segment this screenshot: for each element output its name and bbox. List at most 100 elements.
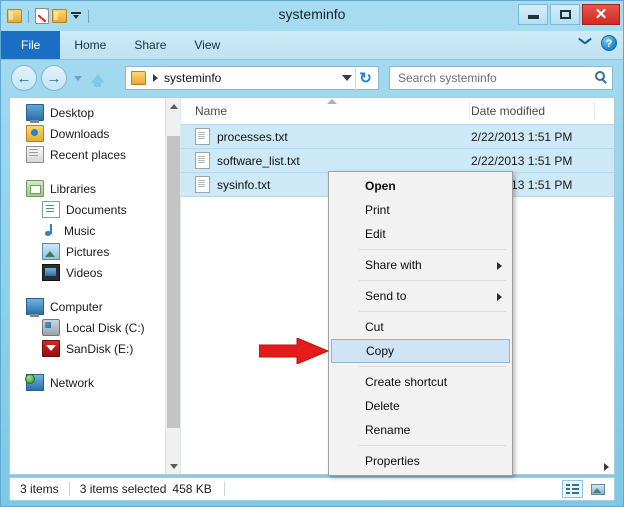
- scroll-down-icon[interactable]: [166, 458, 181, 474]
- details-view-button[interactable]: [562, 480, 583, 498]
- sidebar-item-pictures[interactable]: Pictures: [10, 241, 162, 262]
- sidebar-item-documents[interactable]: Documents: [10, 199, 162, 220]
- window-controls: ✕: [518, 4, 620, 25]
- sidebar-item-videos[interactable]: Videos: [10, 262, 162, 283]
- address-folder-icon: [131, 71, 146, 85]
- tab-view[interactable]: View: [180, 31, 234, 59]
- details-view-icon: [566, 483, 579, 495]
- sidebar-item-libraries[interactable]: Libraries: [10, 178, 162, 199]
- libraries-icon: [26, 180, 44, 197]
- menu-item-print[interactable]: Print: [329, 198, 512, 222]
- sidebar-item-music[interactable]: Music: [10, 220, 162, 241]
- search-input[interactable]: Search systeminfo: [398, 71, 497, 85]
- address-path-text: systeminfo: [164, 71, 222, 85]
- menu-item-open[interactable]: Open: [329, 174, 512, 198]
- help-icon[interactable]: ?: [601, 35, 617, 51]
- sandisk-icon: [42, 340, 60, 357]
- recent-locations-button[interactable]: [71, 65, 85, 91]
- menu-separator: [359, 249, 506, 250]
- menu-item-share-with[interactable]: Share with: [329, 253, 512, 277]
- sidebar-item-network[interactable]: Network: [10, 372, 162, 393]
- close-button[interactable]: ✕: [582, 4, 620, 25]
- red-arrow-annotation: [258, 337, 330, 365]
- sidebar-item-label: Desktop: [50, 105, 95, 120]
- menu-item-copy[interactable]: Copy: [331, 339, 510, 363]
- status-selection-text: 3 items selected: [79, 482, 167, 496]
- scroll-up-icon[interactable]: [166, 98, 181, 114]
- scroll-right-icon[interactable]: [598, 459, 614, 474]
- recent-places-icon: [26, 146, 44, 163]
- forward-button[interactable]: →: [41, 65, 67, 91]
- address-dropdown-icon[interactable]: [342, 75, 352, 81]
- menu-item-properties[interactable]: Properties: [329, 449, 512, 473]
- column-headers: Name Date modified: [181, 98, 614, 125]
- sidebar-item-sandisk[interactable]: SanDisk (E:): [10, 338, 162, 359]
- menu-separator-5: [359, 445, 506, 446]
- context-menu: Open Print Edit Share with Send to Cut C…: [328, 171, 513, 476]
- status-divider: [68, 482, 70, 496]
- large-icons-view-button[interactable]: [587, 480, 608, 498]
- sidebar-gap-2: [10, 283, 162, 296]
- red-arrow-icon: [258, 337, 330, 365]
- computer-icon: [26, 298, 44, 317]
- menu-item-create-shortcut[interactable]: Create shortcut: [329, 370, 512, 394]
- search-box[interactable]: Search systeminfo: [389, 66, 613, 90]
- sidebar-item-label: Network: [50, 375, 95, 390]
- navigation-pane: Desktop Downloads Recent places Librarie…: [10, 98, 181, 474]
- sidebar-item-label: Music: [64, 223, 96, 238]
- refresh-button[interactable]: ↻: [357, 70, 374, 87]
- minimize-button[interactable]: [518, 4, 548, 25]
- navigation-buttons: ← →: [11, 65, 107, 91]
- network-icon: [25, 374, 44, 391]
- menu-item-delete[interactable]: Delete: [329, 394, 512, 418]
- sidebar-item-desktop[interactable]: Desktop: [10, 102, 162, 123]
- column-divider-2[interactable]: [594, 102, 595, 120]
- column-header-date-modified[interactable]: Date modified: [471, 104, 591, 118]
- minimize-icon: [527, 15, 539, 19]
- sidebar-item-label: Local Disk (C:): [66, 320, 145, 335]
- sidebar-scrollbar[interactable]: [165, 98, 181, 474]
- maximize-button[interactable]: [550, 4, 580, 25]
- sidebar-item-local-disk[interactable]: Local Disk (C:): [10, 317, 162, 338]
- address-path-box[interactable]: systeminfo ↻: [125, 66, 379, 90]
- table-row[interactable]: processes.txt 2/22/2013 1:51 PM: [181, 124, 614, 149]
- ribbon-tab-bar: File Home Share View ?: [1, 31, 623, 60]
- sidebar-item-label: Pictures: [66, 244, 110, 259]
- menu-separator-2: [359, 280, 506, 281]
- address-divider: [355, 68, 356, 90]
- desktop-icon: [26, 104, 44, 123]
- text-file-icon: [195, 176, 210, 193]
- menu-separator-4: [359, 366, 506, 367]
- menu-item-cut[interactable]: Cut: [329, 315, 512, 339]
- menu-item-edit[interactable]: Edit: [329, 222, 512, 246]
- status-item-count: 3 items: [20, 482, 59, 496]
- column-header-name[interactable]: Name: [181, 104, 471, 118]
- text-file-icon: [195, 152, 210, 169]
- path-separator-icon: [153, 74, 158, 82]
- tab-share[interactable]: Share: [120, 31, 180, 59]
- local-disk-icon: [42, 319, 60, 336]
- search-icon[interactable]: [595, 71, 605, 81]
- menu-item-send-to[interactable]: Send to: [329, 284, 512, 308]
- expand-ribbon-chevron-icon[interactable]: [578, 36, 593, 51]
- scrollbar-thumb[interactable]: [167, 136, 180, 428]
- pictures-icon: [42, 243, 60, 260]
- table-row[interactable]: software_list.txt 2/22/2013 1:51 PM: [181, 148, 614, 173]
- sidebar-item-recent-places[interactable]: Recent places: [10, 144, 162, 165]
- menu-item-rename[interactable]: Rename: [329, 418, 512, 442]
- up-one-level-button[interactable]: [89, 65, 107, 91]
- large-icons-view-icon: [590, 483, 605, 495]
- documents-icon: [42, 201, 60, 218]
- sidebar-item-computer[interactable]: Computer: [10, 296, 162, 317]
- tab-file[interactable]: File: [1, 31, 61, 59]
- tab-home[interactable]: Home: [60, 31, 120, 59]
- maximize-icon: [559, 10, 571, 19]
- back-button[interactable]: ←: [11, 65, 37, 91]
- sidebar-item-downloads[interactable]: Downloads: [10, 123, 162, 144]
- navigation-list: Desktop Downloads Recent places Librarie…: [10, 102, 162, 393]
- column-divider[interactable]: [469, 102, 470, 120]
- status-bar: 3 items 3 items selected 458 KB: [9, 477, 615, 501]
- sidebar-item-label: Libraries: [50, 181, 97, 196]
- close-icon: ✕: [594, 6, 608, 23]
